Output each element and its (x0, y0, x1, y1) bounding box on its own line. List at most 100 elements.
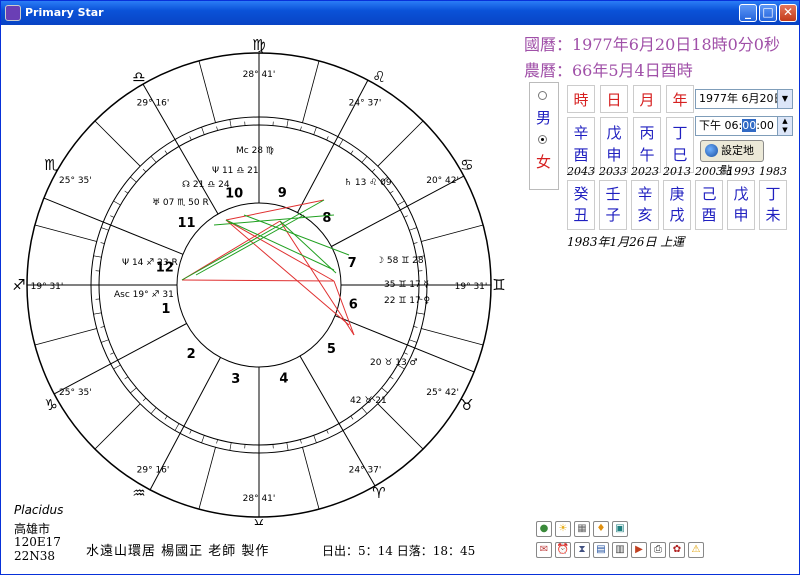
degree-tick (350, 150, 354, 155)
degree-tick (403, 215, 408, 218)
spinner-icon[interactable]: ▲ ▼ (777, 117, 792, 135)
grid-icon[interactable]: ▤ (593, 542, 609, 558)
aspect-line (213, 214, 335, 226)
house-number: 2 (187, 347, 196, 362)
planet-label: ♄ 13 ♌ 09 (344, 178, 392, 188)
degree-tick (313, 435, 317, 443)
client-area: ♐ 19° 31' ♑ 25° 35' ♒ 29° 16' ♓ 28° 41' ♈ 24° 37'… (4, 25, 798, 573)
sign-degree: 25° 35' (59, 388, 92, 398)
zodiac-sign-icon: ♓ (252, 516, 265, 525)
pillar-header: 日 (600, 85, 628, 113)
aspect-line (181, 199, 325, 281)
pillar-header: 時 (567, 85, 595, 113)
house-number: 6 (349, 297, 358, 312)
zodiac-sign-icon: ♌ (372, 68, 385, 86)
zodiac-sign-icon: ♒ (132, 484, 145, 502)
planet-label: 35 ♊ 17 ☿ (384, 280, 429, 290)
degree-tick (124, 190, 129, 194)
degree-tick (164, 415, 168, 420)
time-minutes[interactable]: 00 (742, 119, 757, 132)
calendar-icon[interactable]: ▦ (574, 521, 590, 537)
clock-icon[interactable]: ⏰ (555, 542, 571, 558)
degree-tick (189, 136, 192, 141)
sunrise-sunset: 日出：5：14 日落：18：45 (322, 544, 476, 558)
luck-year: 2013 (663, 165, 691, 178)
luck-start-date: 1983年1月26日 上運 (567, 235, 685, 249)
globe-icon (705, 144, 718, 157)
house-number: 9 (278, 186, 287, 201)
zodiac-sign-icon: ♈ (372, 484, 385, 502)
warning-icon[interactable]: ⚠ (688, 542, 704, 558)
app-window: Primary Star _ □ ✕ ♐ 19° 31' ♑ 25° 35' ♒ 29° … (0, 0, 800, 575)
solar-date: 國曆：1977年6月20日18時0分0秒 (524, 35, 780, 54)
sign-degree: 29° 16' (137, 466, 170, 476)
car-icon[interactable]: ▶ (631, 542, 647, 558)
sign-degree: 29° 16' (137, 98, 170, 108)
aspect-line (181, 279, 335, 282)
luck-pillar[interactable]: 己酉 (695, 180, 723, 230)
degree-tick (416, 312, 425, 315)
planet-label: 42 ♉ 21 (350, 396, 387, 406)
sign-boundary (302, 60, 320, 123)
maximize-button[interactable]: □ (759, 4, 777, 22)
title-bar[interactable]: Primary Star _ □ ✕ (1, 1, 799, 25)
set-location-button[interactable]: 設定地點 (700, 140, 764, 177)
sun-icon[interactable]: ☀ (555, 521, 571, 537)
degree-tick (216, 439, 218, 444)
degree-tick (229, 442, 232, 451)
degree-tick (174, 423, 180, 431)
sign-degree: 19° 31' (31, 282, 64, 292)
degree-tick (142, 168, 147, 173)
pin-icon[interactable]: ♦ (593, 521, 609, 537)
sign-degree: 24° 37' (349, 466, 382, 476)
house-number: 5 (327, 342, 336, 357)
planet-label: Mc 28 ♍ (236, 146, 274, 156)
sign-boundary (198, 447, 216, 510)
male-radio[interactable] (538, 91, 547, 100)
degree-tick (130, 176, 137, 183)
aspect-line (195, 214, 305, 276)
luck-pillar[interactable]: 辛亥 (631, 180, 659, 230)
aspect-line (225, 219, 350, 326)
pillar-header: 月 (633, 85, 661, 113)
calculator-icon[interactable]: ▥ (612, 542, 628, 558)
longitude: 120E17 (14, 535, 61, 549)
latitude: 22N38 (14, 549, 56, 563)
degree-tick (100, 326, 105, 328)
luck-year: 2033 (599, 165, 627, 178)
luck-pillar[interactable]: 戊申 (727, 180, 755, 230)
luck-pillar[interactable]: 庚戌 (663, 180, 691, 230)
degree-tick (361, 156, 368, 163)
luck-pillar[interactable]: 壬子 (599, 180, 627, 230)
time-picker[interactable]: 下午 06:00:00 ▲ ▼ (695, 116, 793, 136)
zodiac-sign-icon: ♉ (460, 396, 473, 414)
printer-icon[interactable]: ⎙ (650, 542, 666, 558)
medal-icon[interactable]: ✿ (669, 542, 685, 558)
degree-tick (286, 119, 289, 128)
house-cusp (53, 323, 187, 395)
hourglass-icon[interactable]: ⧗ (574, 542, 590, 558)
sign-boundary (302, 447, 320, 510)
square-icon[interactable]: ▣ (612, 521, 628, 537)
luck-year: 2023 (631, 165, 659, 178)
date-picker[interactable]: 1977年 6月20日 ▼ (695, 89, 793, 109)
luck-pillar[interactable]: 癸丑 (567, 180, 595, 230)
minimize-button[interactable]: _ (739, 4, 757, 22)
degree-tick (110, 215, 115, 218)
house-number: 4 (279, 372, 288, 387)
degree-tick (286, 442, 289, 451)
degree-tick (130, 387, 137, 394)
print-icon[interactable]: ✉ (536, 542, 552, 558)
planet-label: ♅ 07 ♏ 50 R (152, 198, 209, 208)
female-radio[interactable] (538, 135, 547, 144)
degree-tick (397, 200, 405, 206)
degree-tick (409, 339, 417, 343)
green-globe-icon[interactable]: ● (536, 521, 552, 537)
app-icon (5, 5, 21, 21)
luck-pillar[interactable]: 丁未 (759, 180, 787, 230)
dropdown-arrow-icon[interactable]: ▼ (777, 90, 792, 108)
sign-degree: 28° 41' (243, 70, 276, 80)
luck-year: 2043 (567, 165, 595, 178)
degree-tick (164, 150, 168, 155)
close-button[interactable]: ✕ (779, 4, 797, 22)
